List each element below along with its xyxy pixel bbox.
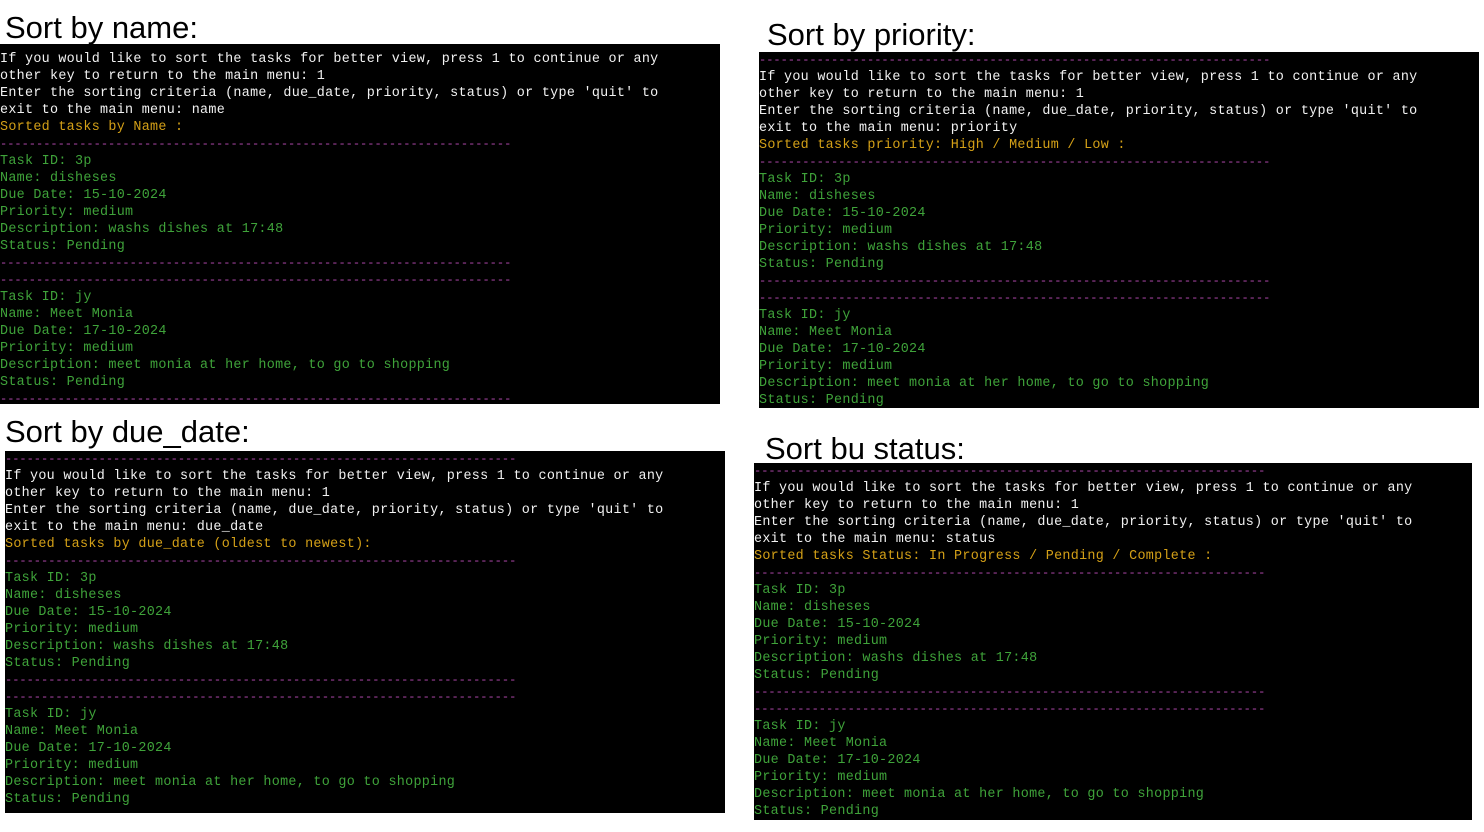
prompt-line: exit to the main menu: due_date (5, 520, 264, 535)
prompt-line: Enter the sorting criteria (name, due_da… (754, 515, 1413, 530)
task-field: Name: disheses (759, 189, 876, 204)
task-field: Name: disheses (0, 171, 117, 186)
separator-line: ----------------------------------------… (5, 808, 725, 813)
task-field: Task ID: jy (754, 719, 846, 734)
separator-line: ----------------------------------------… (0, 256, 512, 270)
separator-line: ----------------------------------------… (0, 273, 512, 287)
task-field: Due Date: 15-10-2024 (5, 605, 172, 620)
prompt-line: Enter the sorting criteria (name, due_da… (759, 104, 1418, 119)
prompt-line: exit to the main menu: name (0, 103, 226, 118)
task-field: Priority: medium (759, 359, 893, 374)
task-field: Due Date: 15-10-2024 (0, 188, 167, 203)
prompt-line: exit to the main menu: priority (759, 121, 1018, 136)
task-field: Task ID: jy (759, 308, 851, 323)
separator-line: ----------------------------------------… (5, 690, 517, 704)
task-field: Name: disheses (5, 588, 122, 603)
task-field: Status: Pending (754, 668, 880, 683)
task-field: Due Date: 17-10-2024 (759, 342, 926, 357)
prompt-line: other key to return to the main menu: 1 (0, 69, 326, 84)
terminal-output: ----------------------------------------… (759, 52, 1479, 408)
task-field: Status: Pending (0, 375, 126, 390)
task-field: Description: washs dishes at 17:48 (0, 222, 284, 237)
separator-line: ----------------------------------------… (0, 392, 512, 404)
prompt-line: Enter the sorting criteria (name, due_da… (5, 503, 664, 518)
task-field: Priority: medium (0, 341, 134, 356)
task-field: Task ID: 3p (5, 571, 97, 586)
task-field: Description: meet monia at her home, to … (754, 787, 1205, 802)
separator-line: ----------------------------------------… (759, 291, 1271, 305)
prompt-line: If you would like to sort the tasks for … (754, 481, 1413, 496)
task-field: Status: Pending (0, 239, 126, 254)
prompt-line: If you would like to sort the tasks for … (759, 70, 1418, 85)
prompt-line: other key to return to the main menu: 1 (754, 498, 1080, 513)
task-field: Status: Pending (759, 257, 885, 272)
caption-sort-by-status: Sort bu status: (765, 431, 965, 466)
task-field: Status: Pending (5, 792, 131, 807)
sorted-header: Sorted tasks Status: In Progress / Pendi… (754, 549, 1213, 564)
task-field: Task ID: jy (5, 707, 97, 722)
separator-line: ----------------------------------------… (759, 155, 1271, 169)
task-field: Name: Meet Monia (759, 325, 893, 340)
task-field: Description: washs dishes at 17:48 (754, 651, 1038, 666)
task-field: Due Date: 15-10-2024 (754, 617, 921, 632)
task-field: Description: meet monia at her home, to … (0, 358, 451, 373)
task-field: Status: Pending (759, 393, 885, 408)
terminal-sort-by-due-date: ----------------------------------------… (5, 451, 725, 813)
task-field: Priority: medium (5, 758, 139, 773)
prompt-line: Enter the sorting criteria (name, due_da… (0, 86, 659, 101)
caption-sort-by-name: Sort by name: (5, 10, 198, 45)
sorted-header: Sorted tasks by Name : (0, 120, 184, 135)
terminal-output: ----------------------------------------… (5, 451, 725, 813)
prompt-line: exit to the main menu: status (754, 532, 996, 547)
task-field: Status: Pending (754, 804, 880, 819)
separator-line: ----------------------------------------… (754, 566, 1266, 580)
task-field: Name: Meet Monia (5, 724, 139, 739)
separator-line: ----------------------------------------… (759, 53, 1271, 67)
terminal-output: ----------------------------------------… (754, 463, 1472, 820)
task-field: Priority: medium (5, 622, 139, 637)
task-field: Name: Meet Monia (0, 307, 134, 322)
sorted-header: Sorted tasks priority: High / Medium / L… (759, 138, 1126, 153)
task-field: Description: washs dishes at 17:48 (5, 639, 289, 654)
separator-line: ----------------------------------------… (5, 554, 517, 568)
separator-line: ----------------------------------------… (754, 702, 1266, 716)
prompt-line: other key to return to the main menu: 1 (759, 87, 1085, 102)
prompt-line: If you would like to sort the tasks for … (0, 52, 659, 67)
task-field: Priority: medium (754, 770, 888, 785)
separator-line: ----------------------------------------… (5, 673, 517, 687)
task-field: Name: Meet Monia (754, 736, 888, 751)
separator-line: ----------------------------------------… (754, 685, 1266, 699)
separator-line: ----------------------------------------… (754, 464, 1266, 478)
separator-line: ----------------------------------------… (5, 452, 517, 466)
task-field: Description: meet monia at her home, to … (759, 376, 1210, 391)
task-field: Due Date: 17-10-2024 (5, 741, 172, 756)
terminal-output: If you would like to sort the tasks for … (0, 51, 720, 404)
separator-line: ----------------------------------------… (759, 274, 1271, 288)
caption-sort-by-due-date: Sort by due_date: (5, 414, 250, 449)
task-field: Due Date: 17-10-2024 (0, 324, 167, 339)
prompt-line: other key to return to the main menu: 1 (5, 486, 331, 501)
prompt-line: If you would like to sort the tasks for … (5, 469, 664, 484)
terminal-sort-by-name: If you would like to sort the tasks for … (0, 44, 720, 404)
terminal-sort-by-status: ----------------------------------------… (754, 463, 1472, 820)
task-field: Task ID: 3p (754, 583, 846, 598)
task-field: Description: washs dishes at 17:48 (759, 240, 1043, 255)
task-field: Priority: medium (754, 634, 888, 649)
task-field: Status: Pending (5, 656, 131, 671)
caption-sort-by-priority: Sort by priority: (767, 17, 976, 52)
task-field: Priority: medium (0, 205, 134, 220)
separator-line: ----------------------------------------… (0, 137, 512, 151)
task-field: Task ID: jy (0, 290, 92, 305)
terminal-sort-by-priority: ----------------------------------------… (759, 52, 1479, 408)
task-field: Due Date: 15-10-2024 (759, 206, 926, 221)
task-field: Description: meet monia at her home, to … (5, 775, 456, 790)
task-field: Task ID: 3p (0, 154, 92, 169)
task-field: Name: disheses (754, 600, 871, 615)
task-field: Task ID: 3p (759, 172, 851, 187)
task-field: Priority: medium (759, 223, 893, 238)
sorted-header: Sorted tasks by due_date (oldest to newe… (5, 537, 372, 552)
task-field: Due Date: 17-10-2024 (754, 753, 921, 768)
